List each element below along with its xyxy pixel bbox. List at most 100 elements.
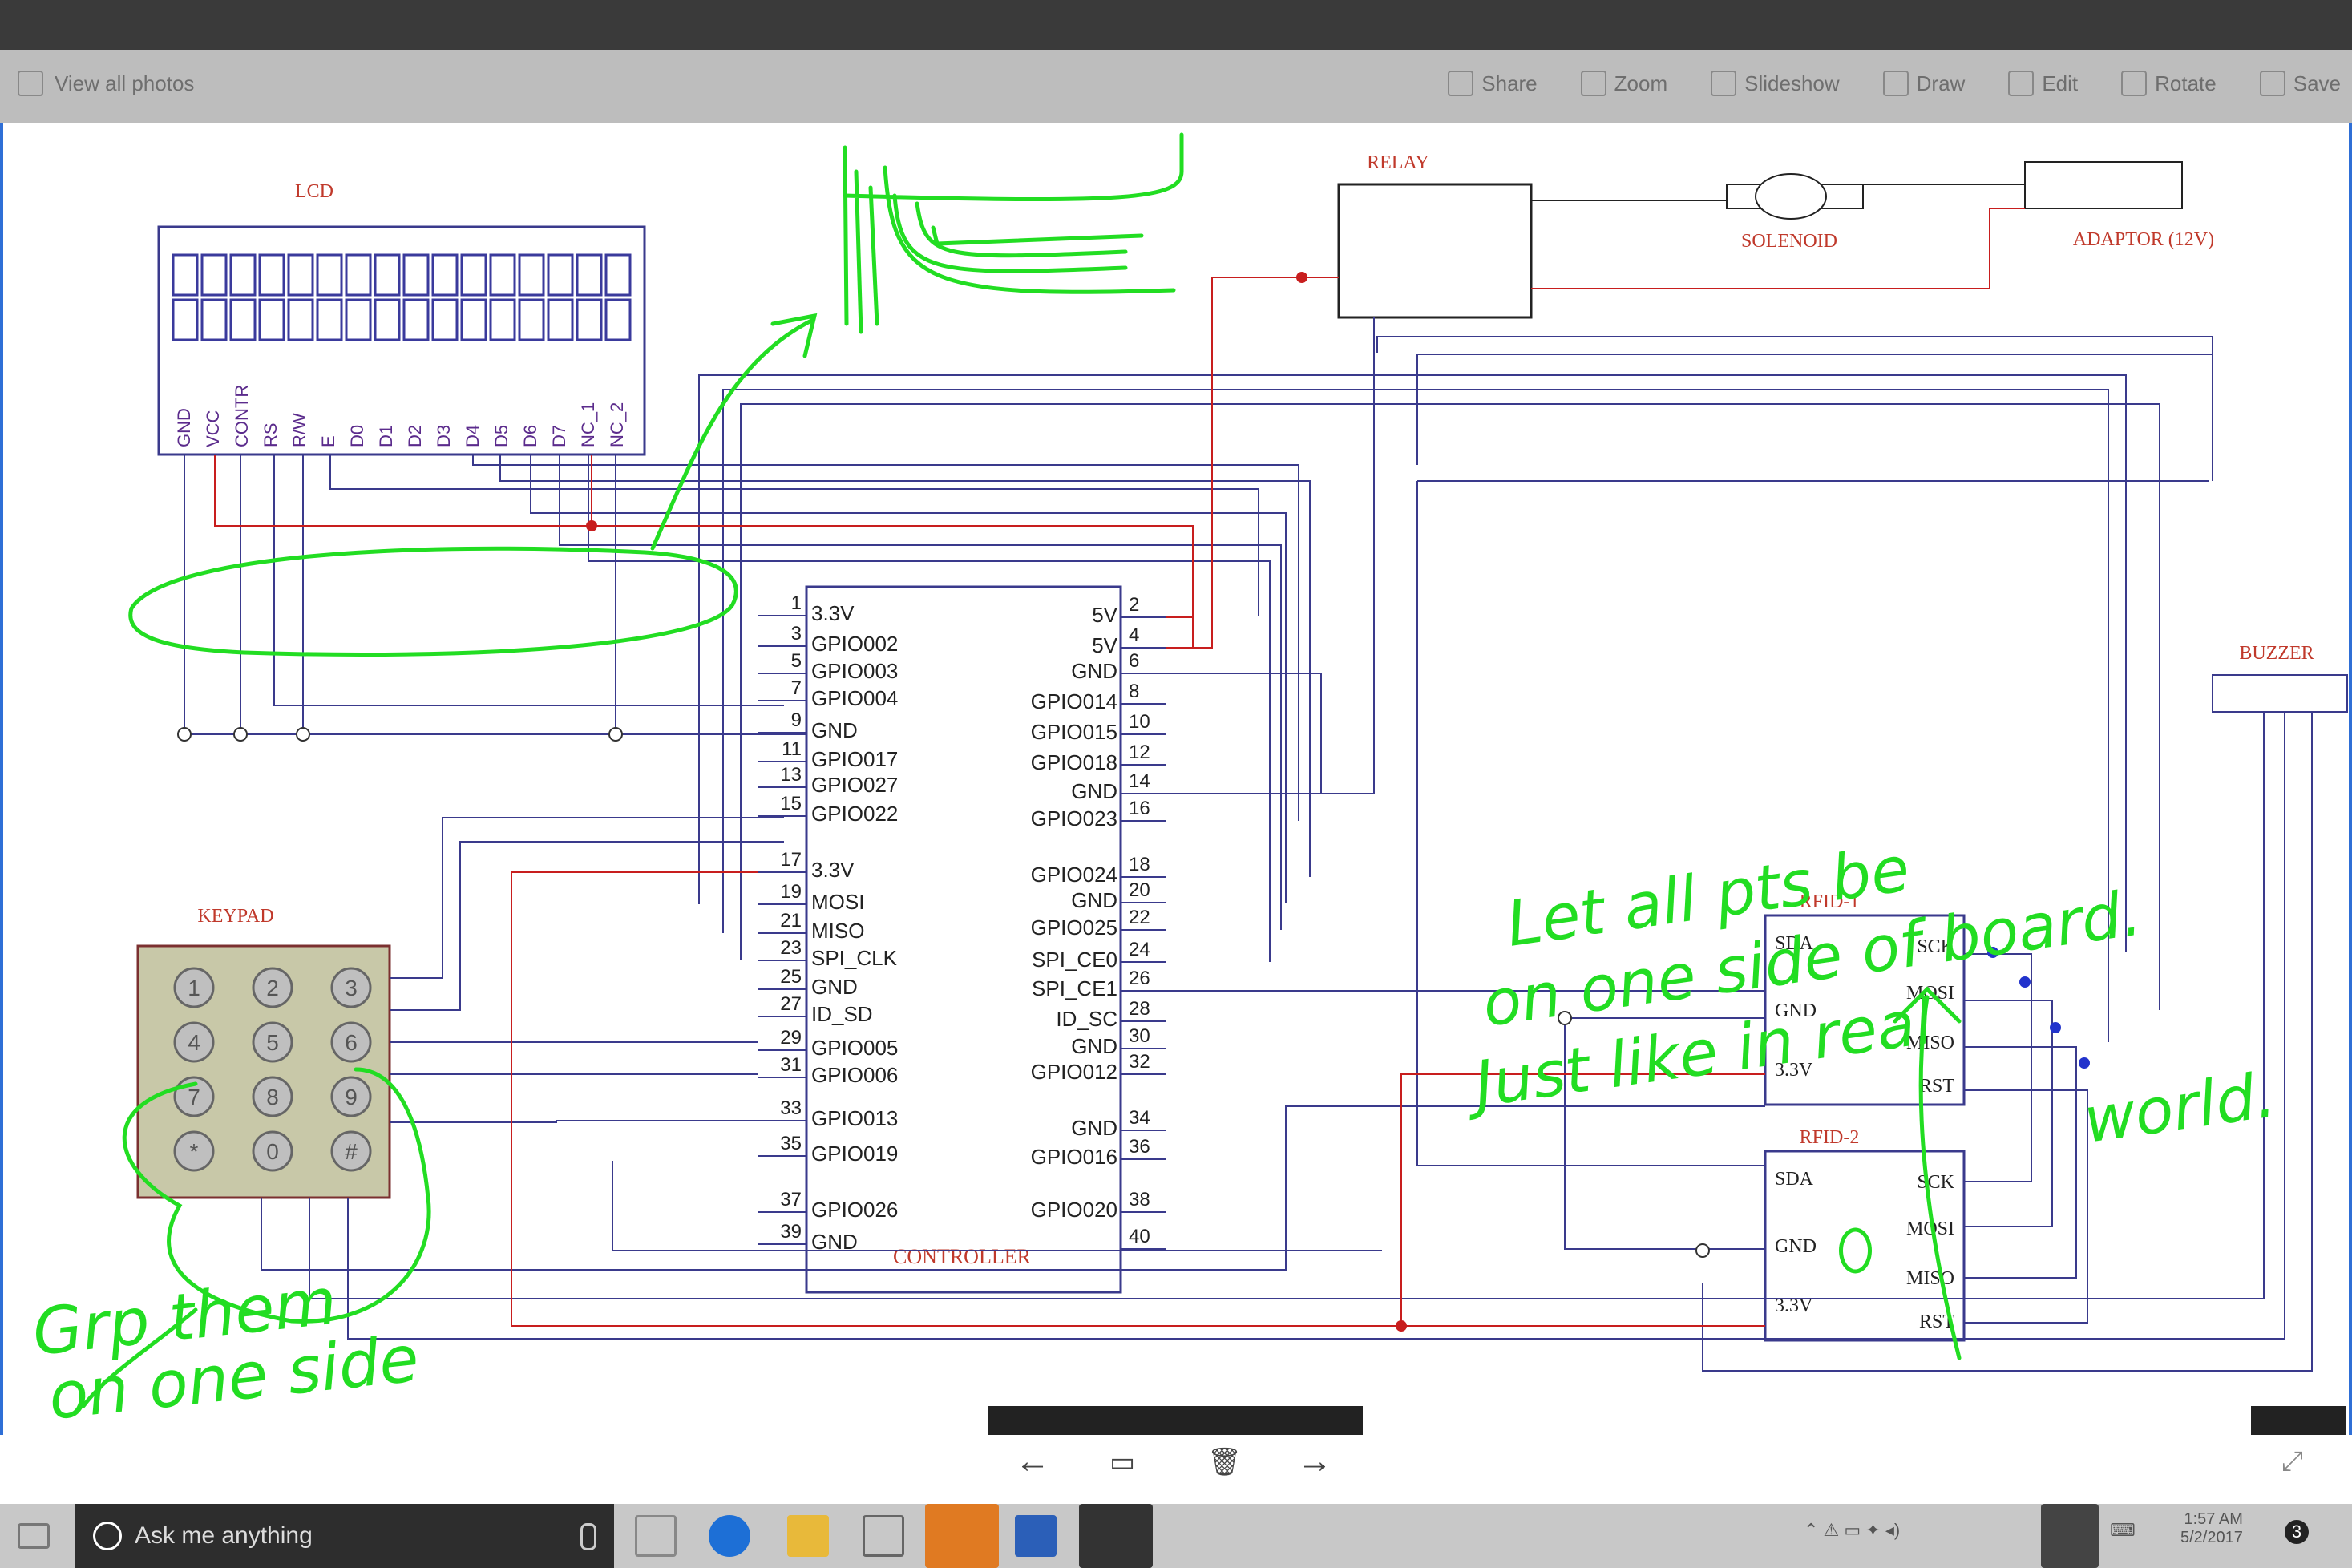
buzzer-box bbox=[2212, 674, 2348, 713]
filmstrip-bar-right bbox=[2251, 1406, 2346, 1435]
microphone-icon[interactable] bbox=[580, 1523, 596, 1550]
open-junction bbox=[233, 727, 248, 742]
edge-icon[interactable] bbox=[709, 1515, 750, 1557]
circuit-wire bbox=[390, 841, 784, 1011]
controller-pin-number: 32 bbox=[1129, 1051, 1150, 1073]
adaptor-label: ADAPTOR (12V) bbox=[2073, 229, 2214, 250]
rotate-icon bbox=[2121, 71, 2148, 96]
lcd-pin-label: CONTR bbox=[232, 385, 252, 447]
keypad-key-label: 4 bbox=[188, 1030, 200, 1055]
controller-pin-label: GPIO013 bbox=[811, 1106, 898, 1130]
circuit-wire bbox=[698, 374, 2127, 952]
controller-pin-number: 9 bbox=[791, 709, 802, 731]
fullscreen-icon[interactable]: ⤢ bbox=[2281, 1446, 2303, 1477]
view-all-photos-button[interactable]: View all photos bbox=[18, 71, 194, 96]
controller-pin-label: MISO bbox=[811, 919, 864, 943]
lcd-pin-label: RS bbox=[261, 422, 281, 447]
next-arrow-icon[interactable]: → bbox=[1297, 1441, 1332, 1481]
controller-pin-number: 10 bbox=[1129, 711, 1150, 733]
delete-icon[interactable]: 🗑 bbox=[1207, 1446, 1242, 1478]
windows-taskbar: Ask me anything ⌃ ⚠ ▭ ✦ ◂) ⌨ 1:57 AM 5/2/… bbox=[0, 1504, 2352, 1568]
lcd-pin-label: NC_1 bbox=[578, 402, 598, 447]
edit-icon bbox=[2008, 71, 2035, 96]
open-junction bbox=[1695, 1243, 1710, 1258]
circuit-wire bbox=[1964, 1046, 2077, 1279]
filmstrip-bar bbox=[988, 1406, 1363, 1435]
controller-pin-number: 26 bbox=[1129, 968, 1150, 989]
task-view-icon[interactable] bbox=[635, 1515, 677, 1557]
lcd-pin-label: D3 bbox=[434, 425, 454, 447]
store-icon[interactable] bbox=[863, 1515, 904, 1557]
notification-badge[interactable]: 3 bbox=[2285, 1520, 2309, 1544]
toolbar-zoom-button[interactable]: Zoom bbox=[1580, 71, 1667, 96]
solenoid-label: SOLENOID bbox=[1741, 231, 1837, 252]
photos-toolbar: View all photos Share Zoom Slideshow Draw Ed… bbox=[0, 50, 2352, 123]
controller-pin-label: GPIO014 bbox=[1031, 689, 1117, 713]
lcd-char-cell bbox=[316, 253, 343, 297]
toolbar-slideshow-button[interactable]: Slideshow bbox=[1711, 71, 1840, 96]
rfid-pin-label: SCK bbox=[1917, 1172, 1954, 1193]
toolbar-save-button[interactable]: Save bbox=[2259, 71, 2341, 96]
circuit-schematic: LCD GND VCC CONTR RS R/W E D0 D1 D2 D3 D4 D5 D6 D7 NC_1… bbox=[29, 132, 2348, 1514]
pen-workspace-icon[interactable] bbox=[2041, 1504, 2099, 1568]
controller-pin-number: 24 bbox=[1129, 939, 1150, 960]
save-icon bbox=[2259, 71, 2285, 96]
toolbar-share-button[interactable]: Share bbox=[1448, 71, 1538, 96]
toolbar-rotate-button[interactable]: Rotate bbox=[2121, 71, 2217, 96]
circuit-wire bbox=[1964, 953, 2032, 1182]
buzzer-label: BUZZER bbox=[2239, 643, 2314, 664]
controller-pin-number: 36 bbox=[1129, 1136, 1150, 1158]
lcd-char-cell bbox=[200, 253, 228, 297]
lcd-char-cell bbox=[287, 298, 314, 341]
toolbar-edit-button[interactable]: Edit bbox=[2008, 71, 2078, 96]
file-explorer-icon[interactable] bbox=[787, 1515, 829, 1557]
start-icon[interactable] bbox=[18, 1523, 50, 1549]
cortana-icon bbox=[93, 1522, 122, 1550]
solenoid-coil bbox=[1755, 173, 1827, 220]
circuit-wire bbox=[1166, 673, 1322, 794]
controller-pin-number: 14 bbox=[1129, 770, 1150, 792]
lcd-char-cell bbox=[431, 253, 459, 297]
controller-pin-number: 1 bbox=[791, 592, 802, 614]
lcd-char-cell bbox=[172, 253, 199, 297]
clock[interactable]: 1:57 AM 5/2/2017 bbox=[2180, 1510, 2243, 1547]
window-title-bar bbox=[0, 0, 2352, 50]
power-wire bbox=[1166, 277, 1213, 649]
previous-arrow-icon[interactable]: ← bbox=[1015, 1441, 1050, 1481]
keypad-key-label: 8 bbox=[266, 1085, 279, 1109]
lcd-pin-label: D2 bbox=[405, 425, 425, 447]
lcd-char-cell bbox=[258, 253, 285, 297]
toolbar-label: Draw bbox=[1916, 71, 1966, 95]
toolbar-draw-button[interactable]: Draw bbox=[1882, 71, 1966, 96]
lcd-char-cell bbox=[229, 253, 257, 297]
outlook-icon[interactable] bbox=[925, 1504, 999, 1568]
keypad-key-label: 3 bbox=[345, 976, 358, 1000]
controller-pin-number: 8 bbox=[1129, 681, 1139, 702]
comment-icon[interactable]: ▭ bbox=[1109, 1446, 1135, 1478]
photos-app-icon[interactable] bbox=[1079, 1504, 1153, 1568]
word-icon[interactable] bbox=[1015, 1515, 1057, 1557]
keypad-key-label: 5 bbox=[266, 1030, 279, 1055]
controller-pin-number: 35 bbox=[780, 1133, 802, 1154]
controller-pin-label: GPIO019 bbox=[811, 1142, 898, 1166]
controller-pin-number: 40 bbox=[1129, 1226, 1150, 1247]
keyboard-icon[interactable]: ⌨ bbox=[2110, 1520, 2136, 1541]
lcd-pin-label: GND bbox=[174, 408, 194, 447]
controller-pin-label: GND bbox=[811, 975, 858, 999]
lcd-char-cell bbox=[576, 253, 603, 297]
lcd-pin-label: D6 bbox=[520, 425, 540, 447]
controller-pin-label: 3.3V bbox=[811, 601, 855, 625]
controller-pin-number: 39 bbox=[780, 1221, 802, 1243]
keypad-key-label: 7 bbox=[188, 1085, 200, 1109]
controller-pin-label: MOSI bbox=[811, 890, 864, 914]
lcd-char-cell bbox=[374, 298, 401, 341]
controller-pin-number: 13 bbox=[780, 764, 802, 786]
controller-pin-number: 3 bbox=[791, 623, 802, 645]
tray-icons[interactable]: ⌃ ⚠ ▭ ✦ ◂) bbox=[1804, 1520, 1900, 1541]
controller-pin-number: 17 bbox=[780, 849, 802, 871]
cortana-search-box[interactable]: Ask me anything bbox=[75, 1504, 614, 1568]
zoom-icon bbox=[1580, 71, 1606, 96]
open-junction bbox=[177, 727, 192, 742]
rfid-title: RFID-2 bbox=[1800, 1127, 1860, 1148]
keypad-key-label: 1 bbox=[188, 976, 200, 1000]
